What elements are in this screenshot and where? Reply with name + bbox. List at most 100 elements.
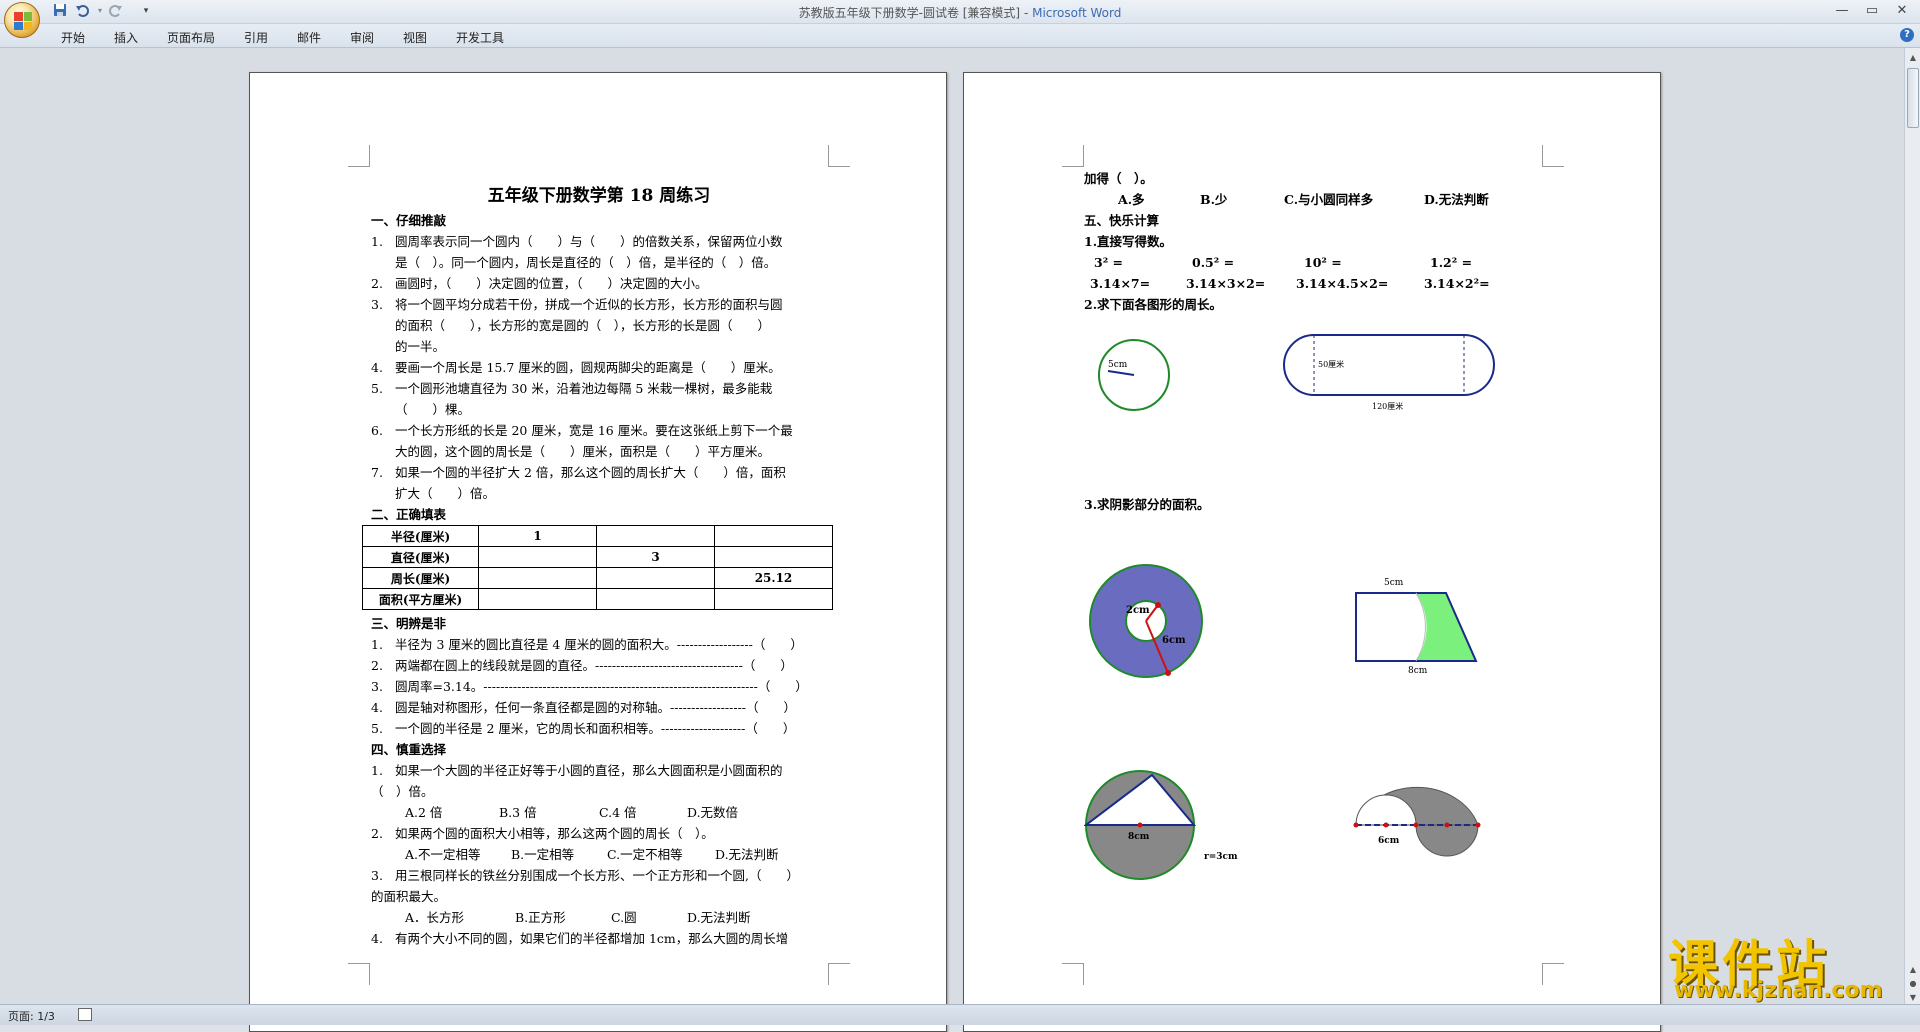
title-separator: - [1020,6,1033,20]
option-c: C.与小圆同样多 [1284,192,1374,207]
table-cell [478,546,597,568]
calc-item: 10² = [1304,255,1342,270]
tab-page-layout[interactable]: 页面布局 [167,29,215,46]
table-cell [596,567,715,589]
table-cell [714,588,833,610]
option-b: B.少 [1200,192,1228,207]
question-text: 要画一个周长是 15.7 厘米的圆，圆规两脚尖的距离是（ ）厘米。 [395,360,781,375]
vertical-scrollbar[interactable]: ▲ ▲ ● ▼ [1904,48,1920,1004]
page-info[interactable]: 页面: 1/3 [8,1008,55,1024]
calc-item: 3.14×7= [1090,276,1151,291]
table-row: 周长(厘米) 25.12 [362,567,833,589]
track-height-label: 50厘米 [1318,359,1344,369]
track-length-label: 120厘米 [1372,401,1403,411]
title-bar: ▾ ▾ 苏教版五年级下册数学-圆试卷 [兼容模式] - Microsoft Wo… [0,0,1920,24]
proofing-icon[interactable] [78,1008,92,1021]
office-button[interactable] [4,2,40,38]
ribbon-tab-bar: 开始 插入 页面布局 引用 邮件 审阅 视图 开发工具 ? [0,24,1920,48]
radius-label: r=3cm [1204,852,1238,862]
question-text: 大的圆，这个圆的周长是（ ）厘米，面积是（ ）平方厘米。 [395,444,771,459]
semicircle-label: 6cm [1378,836,1400,846]
table-cell [596,588,715,610]
question-text: 圆周率=3.14。-------------------------------… [395,679,808,694]
figure-ring: 2cm 6cm [1089,564,1203,678]
table-cell: 半径(厘米) [362,525,479,547]
table-cell: 直径(厘米) [362,546,479,568]
section-title: 二、正确填表 [371,507,447,522]
triangle-base-label: 8cm [1128,832,1150,842]
document-page-1[interactable]: 五年级下册数学第 18 周练习 一、仔细推敲 1. 圆周率表示同一个圆内（ ）与（… [249,72,947,1032]
point-dot [1155,602,1161,608]
tab-insert[interactable]: 插入 [114,29,138,46]
scrollbar-thumb[interactable] [1907,68,1919,128]
problem-title: 1.直接写得数。 [1084,234,1173,249]
corner-mark [348,145,370,167]
table-cell [714,546,833,568]
page-title: 五年级下册数学第 18 周练习 [487,186,711,206]
next-page-icon[interactable]: ▼ [1907,992,1919,1004]
question-text: 一个长方形纸的长是 20 厘米，宽是 16 厘米。要在这张纸上剪下一个最 [395,423,793,438]
document-name: 苏教版五年级下册数学-圆试卷 [兼容模式] [798,6,1021,20]
minimize-button[interactable]: — [1828,1,1856,21]
corner-mark [1542,145,1564,167]
question-text: 是（ ）。同一个圆内，周长是直径的（ ）倍，是半径的（ ）倍。 [395,255,777,270]
corner-mark [1062,145,1084,167]
calc-item: 0.5² = [1192,255,1235,270]
question-text: 用三根同样长的铁丝分别围成一个长方形、一个正方形和一个圆,（ ） [395,868,799,883]
table-cell [478,567,597,589]
outer-radius-label: 6cm [1162,635,1186,646]
point-dot [1475,822,1481,828]
scroll-up-arrow-icon[interactable]: ▲ [1907,52,1919,64]
table-cell [596,525,715,547]
point-dot [1413,822,1419,828]
problem-title: 3.求阴影部分的面积。 [1084,497,1210,512]
figure-triangle-circle: 8cm r=3cm [1084,770,1238,880]
table-cell: 面积(平方厘米) [362,588,479,610]
table-cell: 3 [596,546,715,568]
option-a: A.多 [1118,192,1145,207]
question-text: （ ）棵。 [395,402,471,417]
table-cell: 周长(厘米) [362,567,479,589]
tab-home[interactable]: 开始 [61,29,85,46]
calc-item: 3.14×4.5×2= [1296,276,1389,291]
question-text: 两端都在圆上的线段就是圆的直径。------------------------… [395,658,793,673]
option-c: C.4 倍 [599,805,637,820]
point-dot [1444,822,1450,828]
option-b: B.一定相等 [511,847,575,862]
tab-mailings[interactable]: 邮件 [297,29,321,46]
help-icon[interactable]: ? [1900,28,1914,42]
question-text: 如果一个圆的半径扩大 2 倍，那么这个圆的周长扩大（ ）倍，面积 [395,465,786,480]
table-cell [714,525,833,547]
previous-page-icon[interactable]: ▲ [1907,964,1919,976]
option-d: D.无法判断 [715,847,779,862]
tab-developer[interactable]: 开发工具 [456,29,504,46]
question-text: 如果两个圆的面积大小相等，那么这两个圆的周长（ ）。 [395,826,714,841]
figure-trapezoid: 5cm 8cm [1355,578,1478,675]
table-cell [478,588,597,610]
browse-object-icon[interactable]: ● [1907,978,1919,990]
fill-in-table: 半径(厘米) 1 直径(厘米) 3 周长(厘米) 25.12 面积(平方厘米) [362,525,833,610]
tab-review[interactable]: 审阅 [350,29,374,46]
table-row: 直径(厘米) 3 [362,546,833,568]
option-d: D.无数倍 [687,805,739,820]
maximize-button[interactable]: ▭ [1858,1,1886,21]
point-dot [1353,822,1359,828]
tab-references[interactable]: 引用 [244,29,268,46]
option-a: A．长方形 [405,910,465,925]
figure-circle: 5cm [1098,339,1170,411]
table-cell: 1 [478,525,597,547]
calc-item: 3² = [1094,255,1123,270]
calc-item: 3.14×3×2= [1186,276,1266,291]
inner-radius-label: 2cm [1126,605,1150,616]
problem-title: 2.求下面各图形的周长。 [1084,297,1223,312]
option-d: D.无法判断 [687,910,751,925]
table-row: 半径(厘米) 1 [362,525,833,547]
close-button[interactable]: ✕ [1888,1,1916,21]
window-title: 苏教版五年级下册数学-圆试卷 [兼容模式] - Microsoft Word [0,4,1920,21]
circle-radius-label: 5cm [1108,360,1128,370]
question-text: 将一个圆平均分成若干份，拼成一个近似的长方形，长方形的面积与圆 [395,297,783,312]
figure-semicircles: 6cm [1353,786,1481,857]
document-page-2[interactable]: 加得（ ）。 A.多 B.少 C.与小圆同样多 D.无法判断 五、快乐计算 1.… [963,72,1661,1032]
table-row: 面积(平方厘米) [362,588,833,610]
tab-view[interactable]: 视图 [403,29,427,46]
